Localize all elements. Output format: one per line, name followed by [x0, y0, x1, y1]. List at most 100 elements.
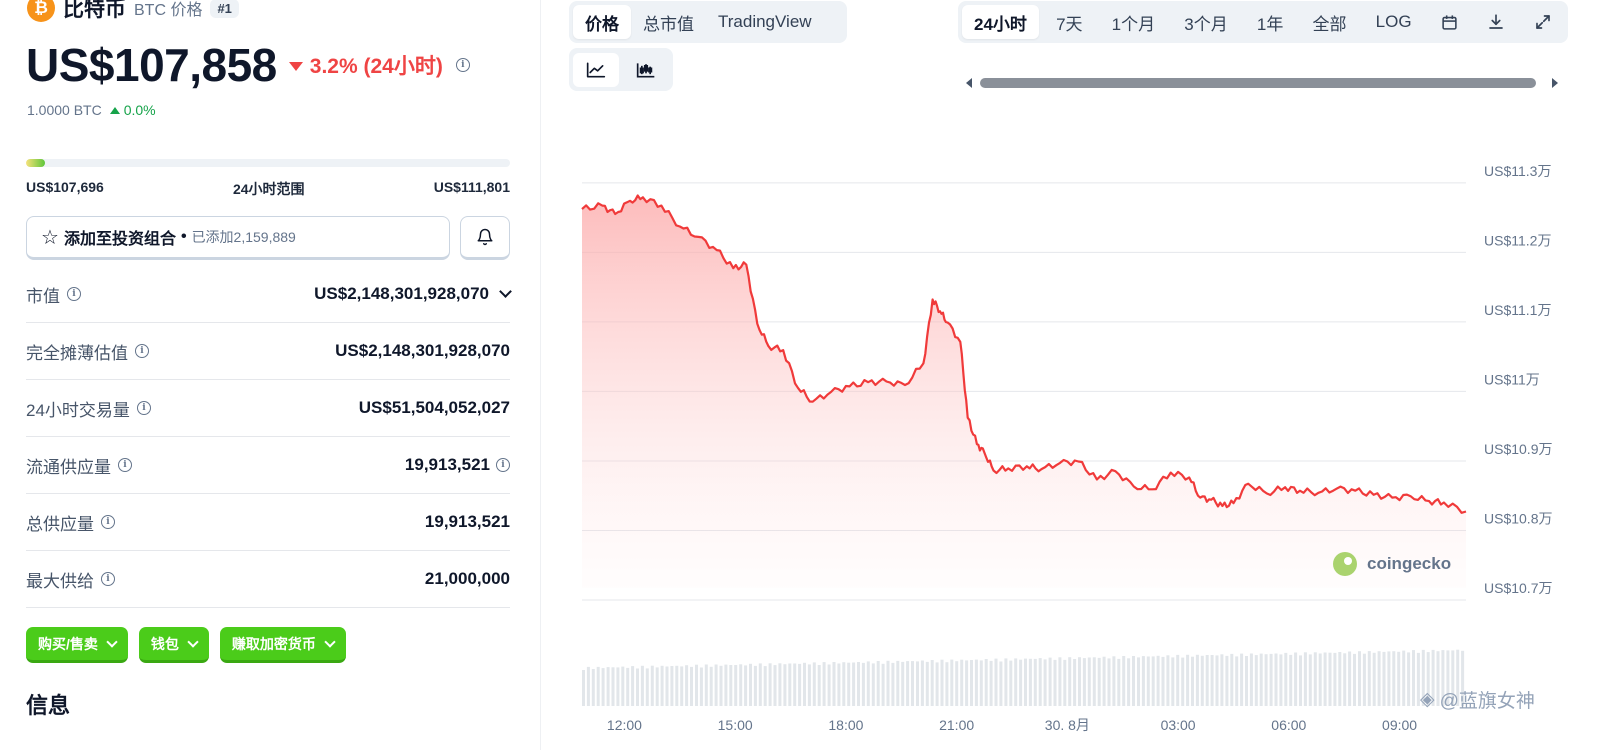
price-chart[interactable]: US$11.3万 US$11.2万 US$11.1万 US$11万 US$10.9万 US…	[560, 130, 1616, 750]
chart-data-tabs: 价格 总市值 TradingView	[569, 1, 847, 43]
info-icon[interactable]: i	[455, 58, 470, 72]
volume-bar	[945, 662, 949, 706]
stat-row: 完全摊薄估值 i US$2,148,301,928,070	[26, 323, 510, 380]
volume-bar	[1274, 653, 1278, 706]
volume-bar	[783, 664, 787, 706]
volume-bar	[950, 659, 954, 706]
earn-crypto-label: 赚取加密货币	[231, 635, 316, 652]
buy-sell-button[interactable]: 购买/售卖	[26, 627, 128, 663]
tab-7d[interactable]: 7天	[1044, 5, 1094, 39]
volume-bar	[665, 666, 669, 706]
volume-bar	[1210, 655, 1214, 706]
info-icon[interactable]: i	[135, 344, 149, 358]
info-icon[interactable]: i	[101, 572, 115, 586]
tab-market-cap[interactable]: 总市值	[631, 5, 706, 39]
volume-bar	[1392, 651, 1396, 706]
tab-3m[interactable]: 3个月	[1172, 5, 1239, 39]
volume-bar	[1127, 658, 1131, 706]
coin-panel: ₿ 比特币 BTC 价格 #1 US$107,858 3.2% (24小时) i…	[0, 0, 540, 750]
download-button[interactable]	[1475, 5, 1517, 39]
volume-bar	[685, 665, 689, 706]
volume-bar	[1372, 652, 1376, 706]
stat-value: 19,913,521 i	[405, 455, 510, 475]
star-icon: ☆	[41, 226, 59, 249]
volume-bar	[778, 663, 782, 706]
volume-bar	[1343, 653, 1347, 706]
chart-navigator-scrollbar[interactable]	[964, 74, 1560, 92]
volume-bar	[1235, 656, 1239, 706]
volume-bar	[999, 661, 1003, 706]
volume-bar	[1092, 657, 1096, 706]
down-arrow-icon	[288, 61, 303, 71]
tab-all[interactable]: 全部	[1301, 5, 1359, 39]
scroll-right-arrow-icon[interactable]	[1552, 78, 1558, 88]
volume-bar	[626, 667, 630, 706]
earn-crypto-button[interactable]: 赚取加密货币	[219, 627, 346, 663]
volume-bar	[803, 662, 806, 706]
volume-bar	[925, 661, 929, 706]
stat-label-text: 总供应量	[26, 514, 94, 534]
volume-bar	[1353, 653, 1356, 706]
calendar-button[interactable]	[1429, 5, 1470, 39]
volume-bar	[1151, 656, 1155, 706]
chart-type-toggle	[569, 48, 673, 91]
range-high: US$111,801	[433, 179, 510, 195]
tab-1m[interactable]: 1个月	[1100, 5, 1167, 39]
expand-icon	[1536, 15, 1550, 29]
tab-1y[interactable]: 1年	[1245, 5, 1295, 39]
volume-bar	[655, 667, 659, 706]
wallet-button[interactable]: 钱包	[138, 627, 209, 663]
tab-log[interactable]: LOG	[1364, 5, 1424, 39]
watermark-user: @蓝旗女神	[1439, 691, 1535, 712]
panel-divider	[540, 0, 541, 750]
chevron-down-icon	[324, 635, 336, 648]
volume-bar	[994, 658, 998, 706]
coingecko-watermark: coingecko	[1333, 552, 1451, 576]
tab-tradingview[interactable]: TradingView	[706, 5, 824, 39]
scroll-left-arrow-icon[interactable]	[966, 78, 972, 88]
volume-bar	[650, 665, 654, 706]
volume-bar	[1122, 656, 1126, 706]
volume-bars	[582, 649, 1465, 706]
volume-bar	[940, 659, 944, 706]
volume-bar	[881, 663, 885, 706]
line-chart-button[interactable]	[573, 52, 619, 87]
volume-bar	[734, 665, 738, 706]
fullscreen-button[interactable]	[1522, 5, 1564, 39]
tab-24h[interactable]: 24小时	[962, 5, 1039, 39]
volume-bar	[714, 664, 718, 706]
candlestick-chart-button[interactable]	[623, 53, 669, 87]
scrollbar-thumb[interactable]	[980, 78, 1536, 88]
volume-bar	[596, 666, 600, 706]
info-icon[interactable]: i	[67, 287, 81, 301]
volume-bar	[1215, 655, 1219, 706]
add-to-portfolio-button[interactable]: ☆ 添加至投资组合 • 已添加2,159,889	[26, 216, 450, 260]
volume-bar	[788, 663, 792, 706]
volume-bar	[1387, 651, 1391, 706]
info-icon[interactable]: i	[118, 458, 132, 472]
volume-bar	[1058, 657, 1062, 706]
volume-bar	[1299, 655, 1302, 706]
tab-price[interactable]: 价格	[573, 5, 631, 39]
volume-bar	[812, 662, 816, 706]
info-icon[interactable]: i	[136, 401, 151, 415]
volume-bar	[1377, 651, 1381, 706]
volume-bar	[1033, 658, 1037, 706]
volume-bar	[1004, 658, 1008, 706]
volume-bar	[739, 664, 743, 706]
volume-bar	[1254, 655, 1258, 706]
volume-bar	[1220, 654, 1224, 706]
info-icon[interactable]: i	[101, 515, 115, 529]
download-icon	[1489, 14, 1503, 29]
stat-row: 24小时交易量 i US$51,504,052,027	[26, 380, 510, 437]
stat-value: US$51,504,052,027	[359, 398, 510, 418]
volume-bar	[1102, 656, 1106, 706]
volume-bar	[852, 662, 856, 706]
chevron-down-icon[interactable]	[499, 285, 512, 298]
volume-bar	[974, 659, 978, 706]
volume-bar	[1284, 652, 1288, 706]
info-icon[interactable]: i	[496, 458, 510, 472]
price-alert-button[interactable]	[460, 216, 510, 260]
stat-label: 总供应量 i	[26, 510, 115, 535]
stat-label-text: 流通供应量	[26, 457, 111, 477]
